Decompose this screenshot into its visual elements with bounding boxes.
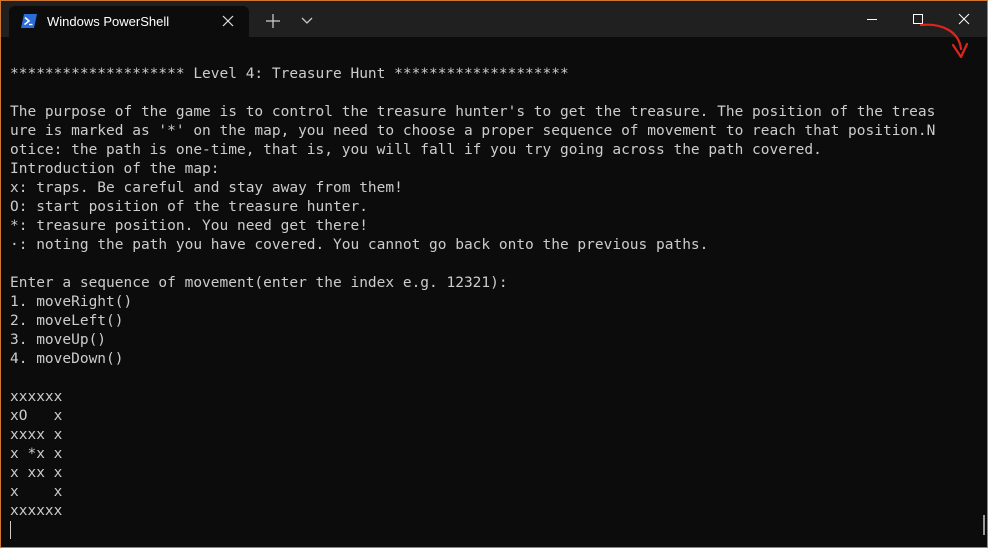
terminal-line: x xx x: [10, 465, 63, 481]
terminal-line: *: treasure position. You need get there…: [10, 218, 368, 234]
terminal-line: The purpose of the game is to control th…: [10, 104, 936, 120]
terminal-line: ******************** Level 4: Treasure H…: [10, 66, 569, 82]
terminal-line: xxxxxx: [10, 503, 63, 519]
minimize-button[interactable]: [849, 1, 895, 37]
scrollbar-thumb[interactable]: [983, 515, 985, 535]
tab-title: Windows PowerShell: [47, 14, 170, 29]
terminal-line: 1. moveRight(): [10, 294, 133, 310]
terminal-line: x x: [10, 484, 63, 500]
terminal-line: x: traps. Be careful and stay away from …: [10, 180, 403, 196]
tab-windows-powershell[interactable]: Windows PowerShell: [9, 6, 249, 37]
terminal-line: O: start position of the treasure hunter…: [10, 199, 368, 215]
close-icon[interactable]: [222, 15, 234, 27]
terminal-line: 4. moveDown(): [10, 351, 124, 367]
terminal-line: xxxx x: [10, 427, 63, 443]
terminal-window: Windows PowerShell ******************** …: [0, 0, 988, 548]
powershell-icon: [21, 14, 37, 28]
new-tab-button[interactable]: [257, 8, 289, 34]
terminal-output[interactable]: ******************** Level 4: Treasure H…: [1, 37, 987, 547]
chevron-down-icon: [301, 17, 313, 24]
terminal-line: 2. moveLeft(): [10, 313, 124, 329]
red-arrow-icon: [919, 23, 969, 59]
terminal-line: xO x: [10, 408, 63, 424]
text-cursor: [10, 521, 11, 539]
terminal-line: ·: noting the path you have covered. You…: [10, 237, 709, 253]
terminal-line: ure is marked as '*' on the map, you nee…: [10, 123, 936, 139]
title-bar[interactable]: Windows PowerShell: [1, 1, 987, 37]
terminal-line: 3. moveUp(): [10, 332, 107, 348]
tab-dropdown-button[interactable]: [293, 8, 321, 34]
terminal-line: otice: the path is one-time, that is, yo…: [10, 142, 822, 158]
plus-icon: [266, 14, 280, 28]
terminal-line: x *x x: [10, 446, 63, 462]
terminal-line: xxxxxx: [10, 389, 63, 405]
terminal-line: Introduction of the map:: [10, 161, 220, 177]
terminal-line: Enter a sequence of movement(enter the i…: [10, 275, 508, 291]
minimize-icon: [867, 19, 877, 20]
